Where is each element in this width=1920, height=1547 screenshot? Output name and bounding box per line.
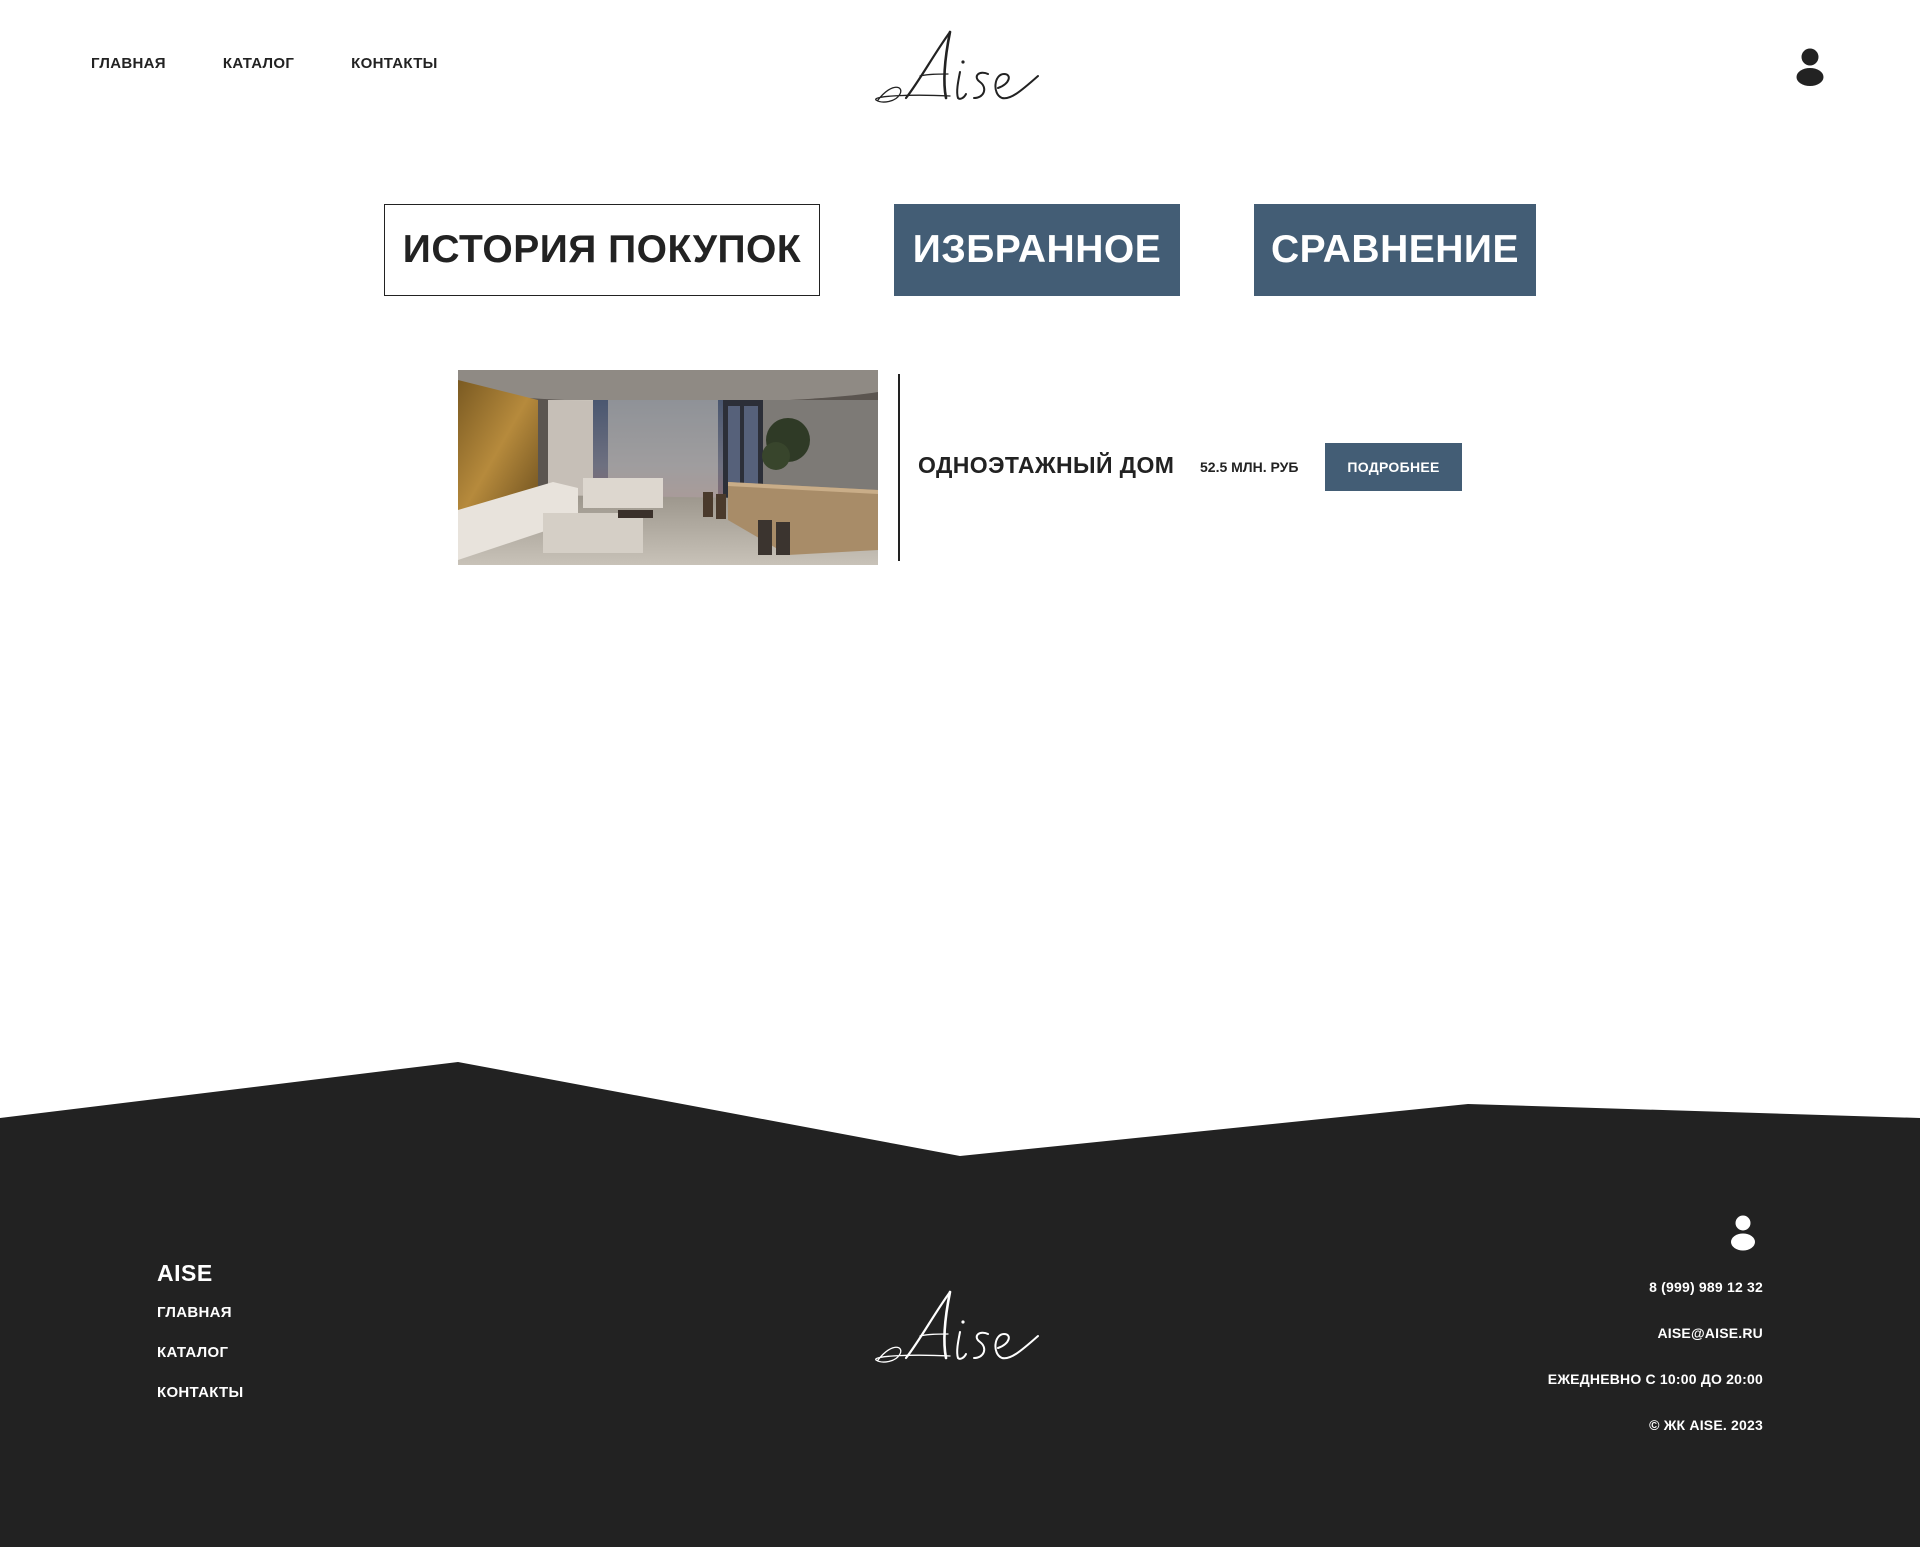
footer-user-icon[interactable] xyxy=(1729,1215,1757,1251)
nav-link-contacts[interactable]: КОНТАКТЫ xyxy=(351,55,437,72)
footer-logo[interactable] xyxy=(870,1282,1050,1372)
page: ГЛАВНАЯ КАТАЛОГ КОНТАКТЫ ИСТОРИЯ ПОКУПОК… xyxy=(0,0,1920,1547)
top-nav: ГЛАВНАЯ КАТАЛОГ КОНТАКТЫ xyxy=(91,55,438,72)
footer-email[interactable]: AISE@AISE.RU xyxy=(1657,1325,1763,1341)
footer-phone[interactable]: 8 (999) 989 12 32 xyxy=(1649,1279,1763,1295)
user-icon[interactable] xyxy=(1793,48,1827,86)
item-price: 52.5 МЛН. РУБ xyxy=(1200,459,1299,475)
footer-copyright: © ЖК AISE. 2023 xyxy=(1649,1417,1763,1433)
footer-link-catalog[interactable]: КАТАЛОГ xyxy=(157,1344,243,1361)
item-divider xyxy=(898,374,900,561)
footer-brand: AISE xyxy=(157,1260,213,1286)
nav-link-home[interactable]: ГЛАВНАЯ xyxy=(91,55,166,72)
footer-link-contacts[interactable]: КОНТАКТЫ xyxy=(157,1384,243,1401)
tab-compare[interactable]: СРАВНЕНИЕ xyxy=(1254,204,1536,296)
tab-favorites[interactable]: ИЗБРАННОЕ xyxy=(894,204,1180,296)
interior-photo xyxy=(458,370,878,565)
item-title: ОДНОЭТАЖНЫЙ ДОМ xyxy=(918,452,1175,478)
nav-link-catalog[interactable]: КАТАЛОГ xyxy=(223,55,294,72)
logo[interactable] xyxy=(870,22,1050,112)
more-button[interactable]: ПОДРОБНЕЕ xyxy=(1325,443,1462,491)
footer-nav: ГЛАВНАЯ КАТАЛОГ КОНТАКТЫ xyxy=(157,1304,243,1401)
footer-link-home[interactable]: ГЛАВНАЯ xyxy=(157,1304,243,1321)
footer-hours: ЕЖЕДНЕВНО С 10:00 ДО 20:00 xyxy=(1547,1371,1763,1387)
tab-purchase-history[interactable]: ИСТОРИЯ ПОКУПОК xyxy=(384,204,820,296)
footer-contacts: 8 (999) 989 12 32 AISE@AISE.RU ЕЖЕДНЕВНО… xyxy=(1548,1279,1763,1433)
